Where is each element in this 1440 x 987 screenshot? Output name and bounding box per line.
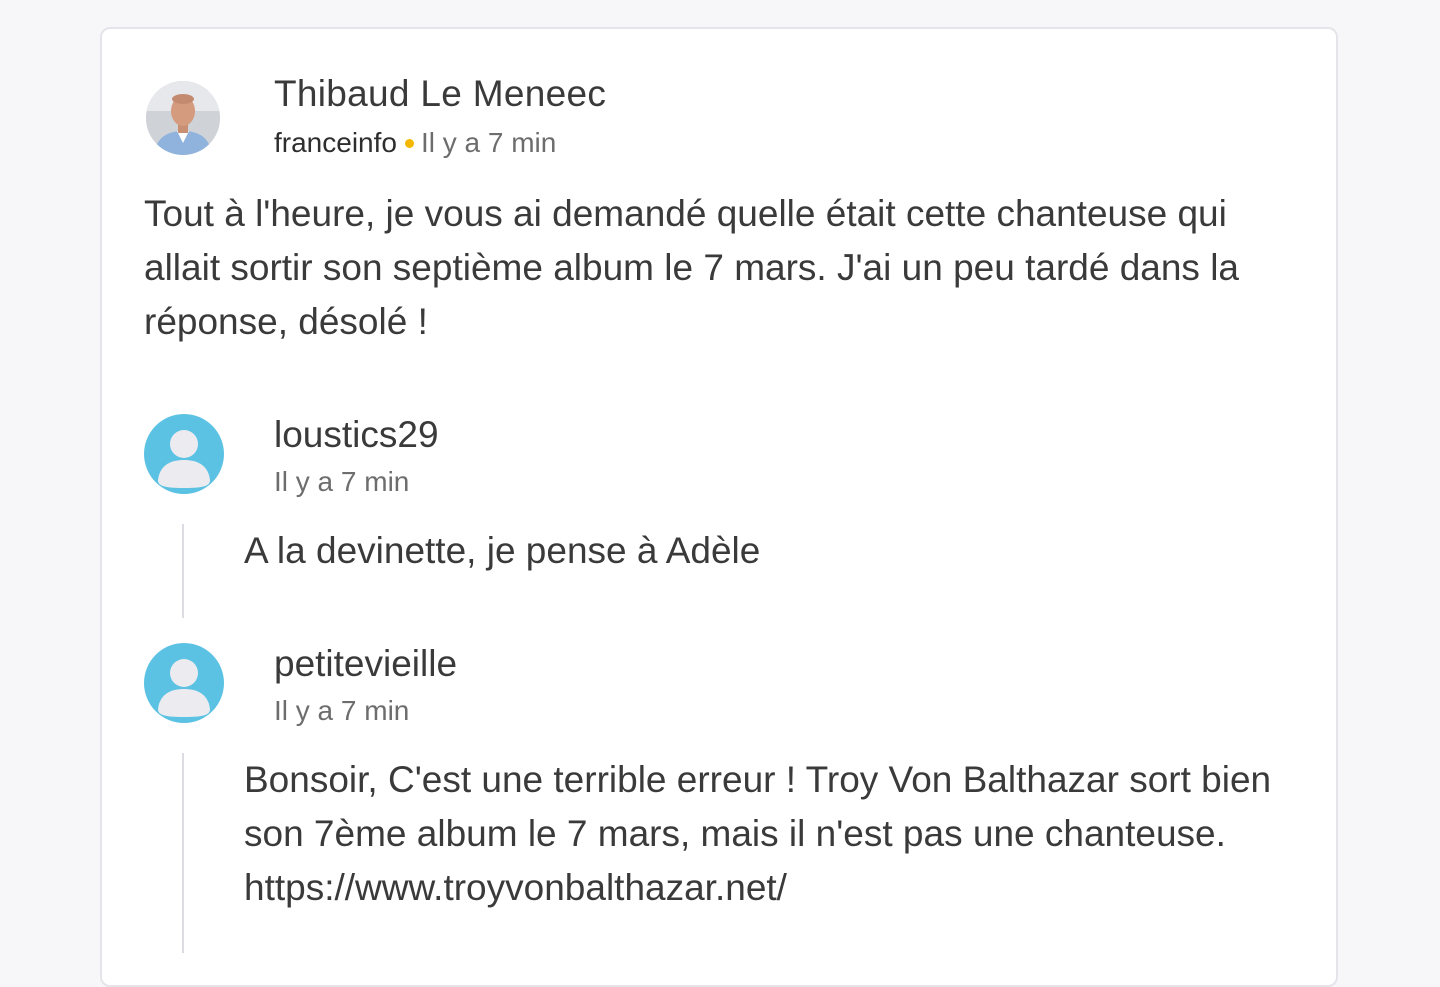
comment-text: A la devinette, je pense à Adèle xyxy=(244,530,761,571)
author-avatar[interactable] xyxy=(146,81,220,155)
comment-text: Bonsoir, C'est une terrible erreur ! Tro… xyxy=(244,759,1272,908)
live-post-card: Thibaud Le Meneec franceinfo Il y a 7 mi… xyxy=(100,27,1338,987)
post-author-name[interactable]: Thibaud Le Meneec xyxy=(274,73,606,115)
user-silhouette-icon xyxy=(158,659,210,717)
post-timestamp: Il y a 7 min xyxy=(420,127,557,158)
comment-username[interactable]: petitevieille xyxy=(274,643,457,685)
post-meta: franceinfo Il y a 7 min xyxy=(274,127,556,159)
author-photo-icon xyxy=(146,81,220,155)
separator-dot-icon xyxy=(404,138,414,148)
post-source: franceinfo xyxy=(274,127,397,158)
default-user-avatar-icon[interactable] xyxy=(144,643,224,723)
comment-item: loustics29 Il y a 7 min A la devinette, … xyxy=(144,414,1294,619)
default-user-avatar-icon[interactable] xyxy=(144,414,224,494)
post-body: Tout à l'heure, je vous ai demandé quell… xyxy=(144,193,1240,342)
comment-username[interactable]: loustics29 xyxy=(274,414,439,456)
comment-timestamp: Il y a 7 min xyxy=(274,466,410,497)
thread-line xyxy=(182,524,184,618)
comment-timestamp: Il y a 7 min xyxy=(274,695,410,726)
user-silhouette-icon xyxy=(158,430,210,488)
thread-line xyxy=(182,753,184,953)
comment-item: petitevieille Il y a 7 min Bonsoir, C'es… xyxy=(144,643,1294,968)
